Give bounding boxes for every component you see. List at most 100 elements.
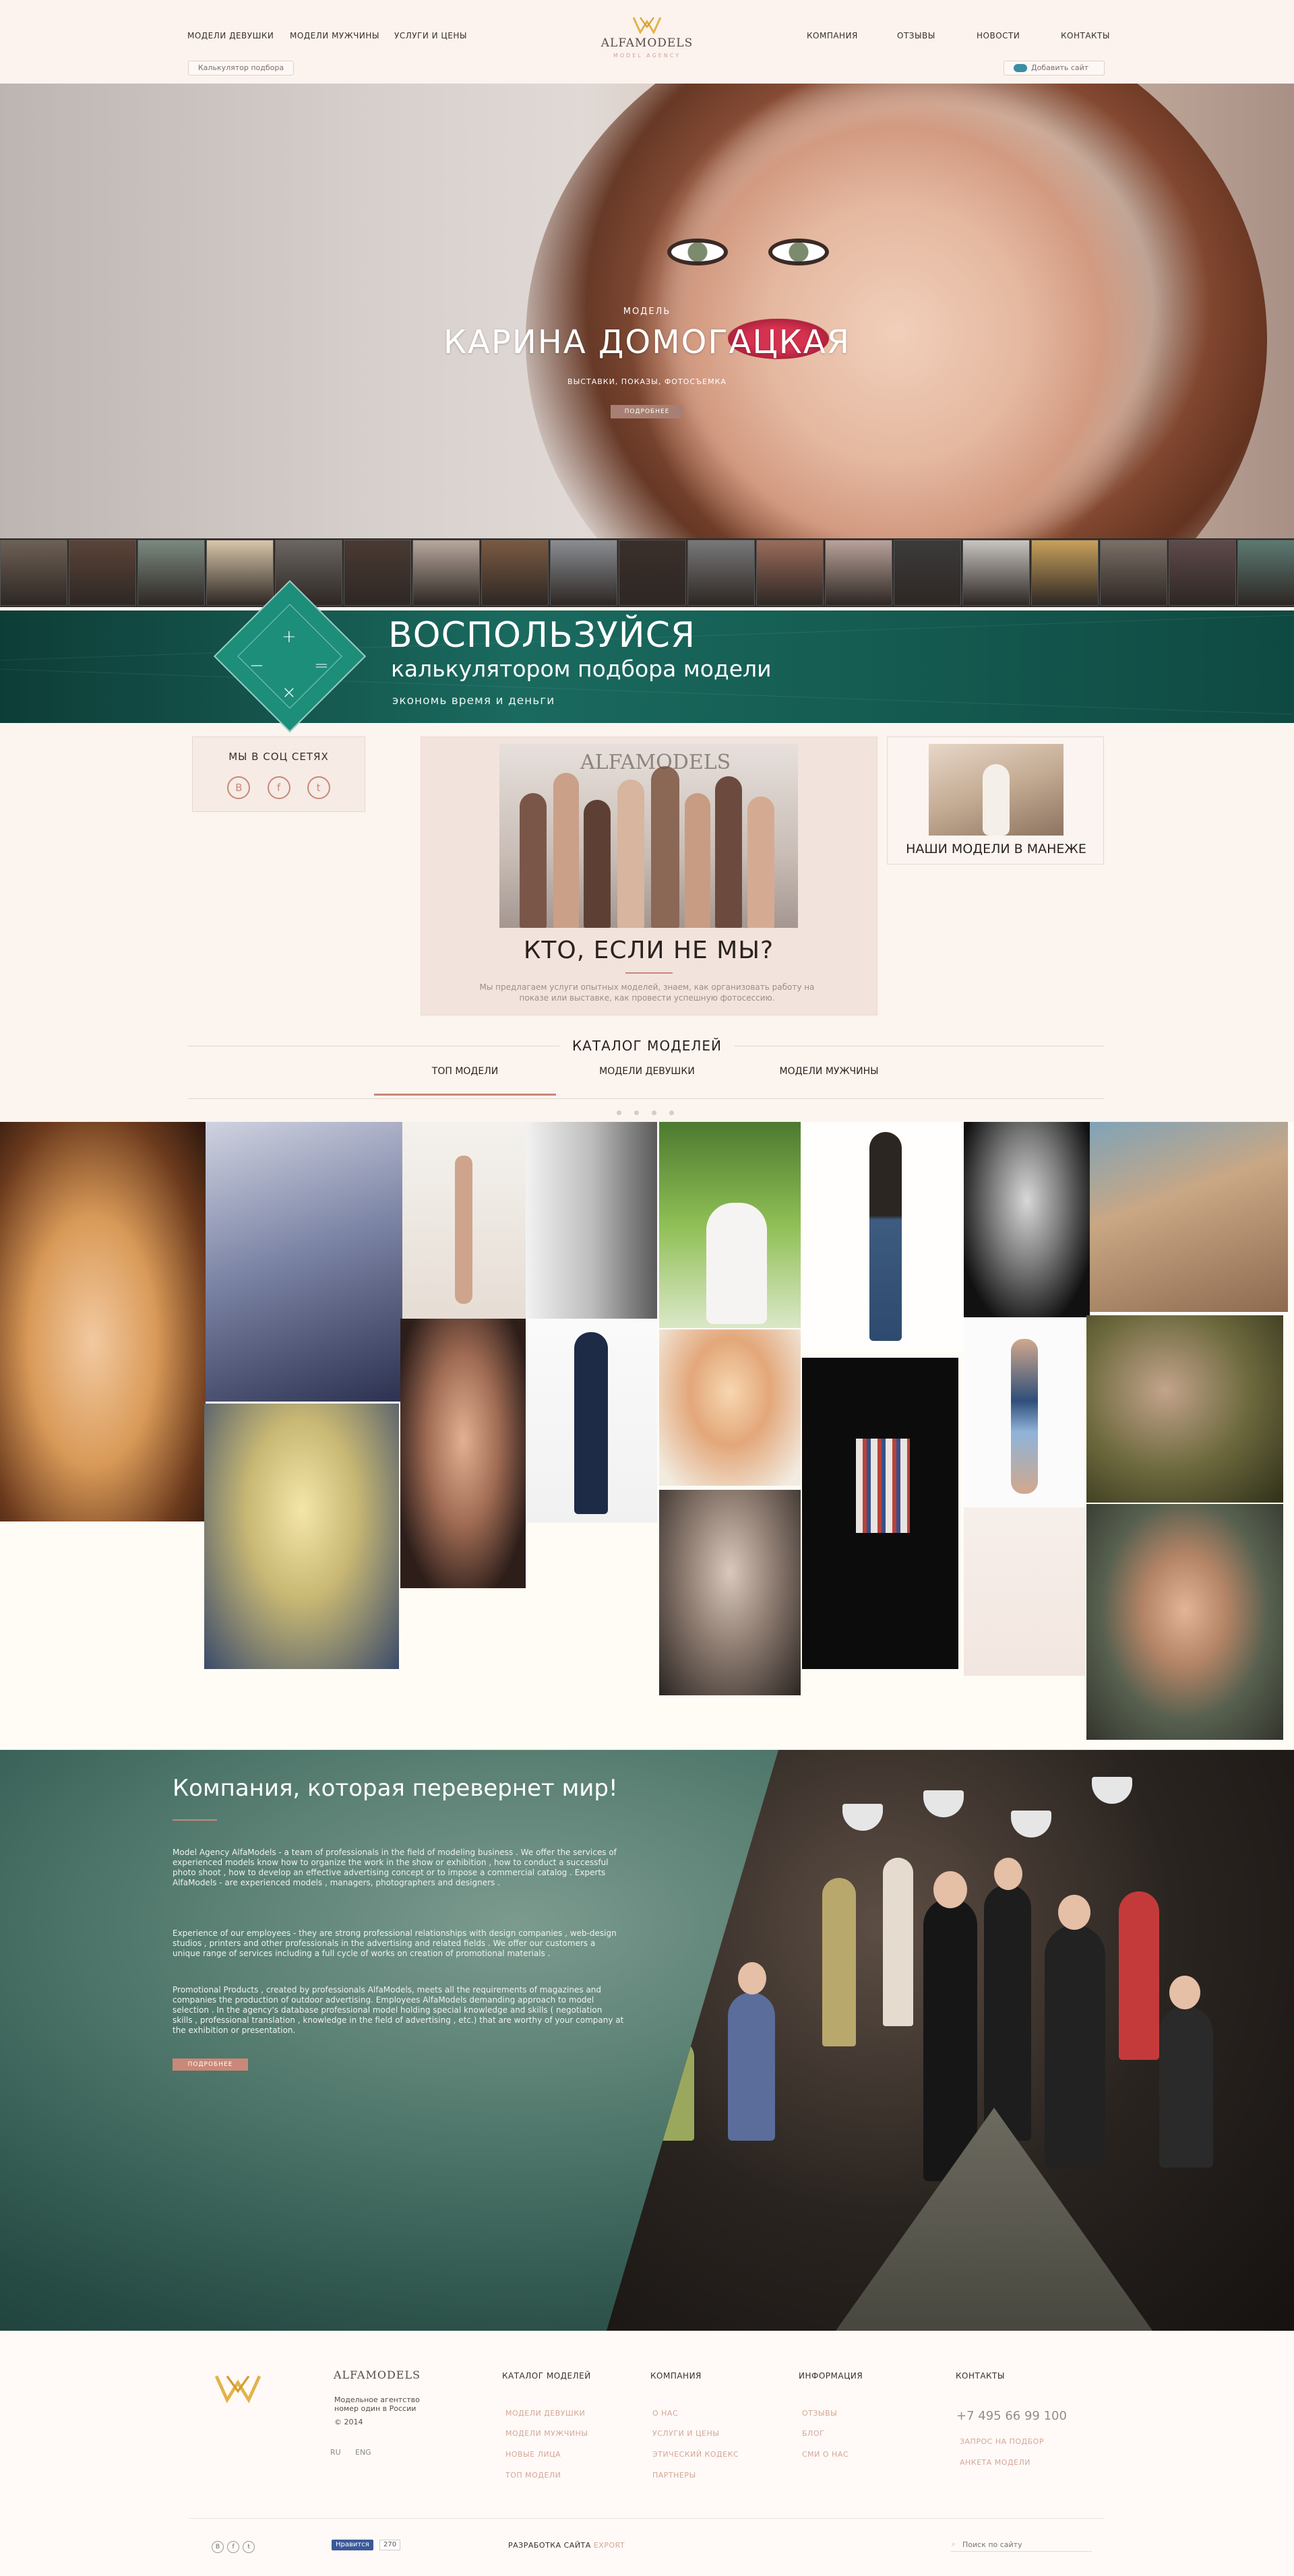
model-thumbnail[interactable] <box>619 540 686 606</box>
footer-link[interactable]: АНКЕТА МОДЕЛИ <box>960 2458 1030 2467</box>
gallery-photo[interactable] <box>1086 1315 1283 1503</box>
stage-lamp <box>1092 1777 1132 1804</box>
footer-link[interactable]: ОТЗЫВЫ <box>802 2409 837 2418</box>
gallery-photo[interactable] <box>964 1319 1085 1506</box>
nav-reviews[interactable]: ОТЗЫВЫ <box>897 31 935 40</box>
manege-title[interactable]: НАШИ МОДЕЛИ В МАНЕЖЕ <box>890 842 1103 856</box>
footer-link[interactable]: УСЛУГИ И ЦЕНЫ <box>652 2429 719 2438</box>
model-thumbnail[interactable] <box>1031 540 1099 606</box>
gallery-photo[interactable] <box>659 1329 801 1486</box>
gallery-photo[interactable] <box>0 1122 206 1521</box>
footer-link[interactable]: МОДЕЛИ МУЖЧИНЫ <box>505 2429 588 2438</box>
facebook-icon[interactable]: f <box>227 2541 240 2553</box>
model-thumbnail[interactable] <box>137 540 205 606</box>
model-thumbnail[interactable] <box>344 540 411 606</box>
footer-phone[interactable]: +7 495 66 99 100 <box>956 2409 1067 2423</box>
slider-dot[interactable] <box>634 1110 639 1115</box>
lang-ru[interactable]: RU <box>330 2448 341 2457</box>
vk-icon[interactable]: В <box>227 776 251 799</box>
model-thumbnail[interactable] <box>0 540 67 606</box>
footer-link[interactable]: БЛОГ <box>802 2429 824 2438</box>
gallery-photo[interactable] <box>802 1358 958 1669</box>
footer-link[interactable]: ЗАПРОС НА ПОДБОР <box>960 2437 1044 2446</box>
footer-crown-icon[interactable] <box>212 2372 264 2404</box>
footer-divider <box>188 2518 1104 2519</box>
nav-news[interactable]: НОВОСТИ <box>977 31 1020 40</box>
gallery-photo[interactable] <box>526 1122 657 1321</box>
model-thumbnail[interactable] <box>1237 540 1294 606</box>
stage-head <box>933 1871 967 1908</box>
nav-company[interactable]: КОМПАНИЯ <box>807 31 858 40</box>
add-site-button[interactable]: Добавить сайт <box>1004 61 1105 75</box>
manege-photo[interactable] <box>929 744 1064 836</box>
slider-dot[interactable] <box>617 1110 621 1115</box>
facebook-like-button[interactable]: Нравится <box>332 2540 373 2550</box>
facebook-icon[interactable]: f <box>267 776 290 799</box>
model-thumbnail[interactable] <box>69 540 136 606</box>
company-more-button[interactable]: ПОДРОБНЕЕ <box>173 2059 248 2071</box>
footer-link[interactable]: ПАРТНЕРЫ <box>652 2471 696 2480</box>
footer-search-input[interactable] <box>950 2538 1092 2552</box>
model-thumbnail[interactable] <box>206 540 274 606</box>
gallery-photo[interactable] <box>659 1490 801 1695</box>
nav-contacts[interactable]: КОНТАКТЫ <box>1061 31 1110 40</box>
model-thumbnail[interactable] <box>825 540 892 606</box>
tab-models-girls[interactable]: МОДЕЛИ ДЕВУШКИ <box>556 1066 738 1077</box>
model-thumbnail[interactable] <box>894 540 961 606</box>
footer-link[interactable]: НОВЫЕ ЛИЦА <box>505 2450 561 2459</box>
photo-figure <box>747 796 774 928</box>
gallery-photo[interactable] <box>802 1122 964 1351</box>
gallery-photo[interactable] <box>659 1122 801 1328</box>
gallery-photo[interactable] <box>1090 1122 1288 1312</box>
photo-figure <box>715 776 742 928</box>
model-thumbnail[interactable] <box>1100 540 1167 606</box>
footer-col-title: ИНФОРМАЦИЯ <box>799 2371 863 2381</box>
gallery-photo[interactable] <box>402 1122 526 1319</box>
footer-link[interactable]: ЭТИЧЕСКИЙ КОДЕКС <box>652 2450 739 2459</box>
footer-col-title: КАТАЛОГ МОДЕЛЕЙ <box>502 2371 591 2381</box>
model-thumbnail[interactable] <box>550 540 617 606</box>
nav-models-girls[interactable]: МОДЕЛИ ДЕВУШКИ <box>187 31 274 40</box>
model-thumbnail[interactable] <box>412 540 480 606</box>
tab-models-men[interactable]: МОДЕЛИ МУЖЧИНЫ <box>738 1066 920 1077</box>
logo[interactable]: ALFAMODELS MODEL AGENCY <box>586 15 708 69</box>
gallery-photo[interactable] <box>206 1122 402 1402</box>
footer-link[interactable]: О НАС <box>652 2409 678 2418</box>
footer-copyright: © 2014 <box>334 2418 363 2426</box>
twitter-icon[interactable]: t <box>307 776 330 799</box>
footer-about-line: Модельное агентство <box>334 2395 420 2404</box>
photo-figure <box>1011 1339 1038 1494</box>
dev-name[interactable]: EXPORT <box>594 2541 625 2550</box>
hero-more-button[interactable]: ПОДРОБНЕЕ <box>611 405 683 418</box>
gallery-photo[interactable] <box>964 1122 1090 1317</box>
hero-image-eye-right <box>768 239 829 265</box>
gallery-photo[interactable] <box>400 1319 526 1588</box>
tab-top-models[interactable]: ТОП МОДЕЛИ <box>374 1066 556 1077</box>
lang-eng[interactable]: ENG <box>355 2448 371 2457</box>
model-thumbnail[interactable] <box>756 540 824 606</box>
model-thumbnail[interactable] <box>481 540 549 606</box>
gallery-photo[interactable] <box>964 1507 1085 1676</box>
like-count: 270 <box>379 2540 401 2550</box>
twitter-icon[interactable]: t <box>243 2541 255 2553</box>
nav-models-men[interactable]: МОДЕЛИ МУЖЧИНЫ <box>290 31 379 40</box>
vk-icon[interactable]: В <box>212 2541 224 2553</box>
model-thumbnail[interactable] <box>1169 540 1236 606</box>
dev-label: РАЗРАБОТКА САЙТА <box>508 2541 591 2550</box>
slider-dot[interactable] <box>669 1110 674 1115</box>
calculator-button[interactable]: Калькулятор подбора <box>188 61 294 75</box>
footer-link[interactable]: СМИ О НАС <box>802 2450 849 2459</box>
gallery-photo[interactable] <box>204 1404 399 1669</box>
nav-services-prices[interactable]: УСЛУГИ И ЦЕНЫ <box>394 31 467 40</box>
gallery-photo[interactable] <box>1086 1504 1283 1740</box>
group-photo[interactable]: ALFAMODELS <box>499 744 798 928</box>
company-paragraph: Promotional Products , created by profes… <box>173 1985 624 2035</box>
slider-dot[interactable] <box>652 1110 656 1115</box>
gallery-photo[interactable] <box>526 1319 657 1523</box>
footer-link[interactable]: МОДЕЛИ ДЕВУШКИ <box>505 2409 585 2418</box>
footer-logo-name[interactable]: ALFAMODELS <box>334 2368 421 2381</box>
footer-link[interactable]: ТОП МОДЕЛИ <box>505 2471 561 2480</box>
crown-logo-icon <box>632 17 662 35</box>
model-thumbnail[interactable] <box>687 540 755 606</box>
model-thumbnail[interactable] <box>962 540 1030 606</box>
